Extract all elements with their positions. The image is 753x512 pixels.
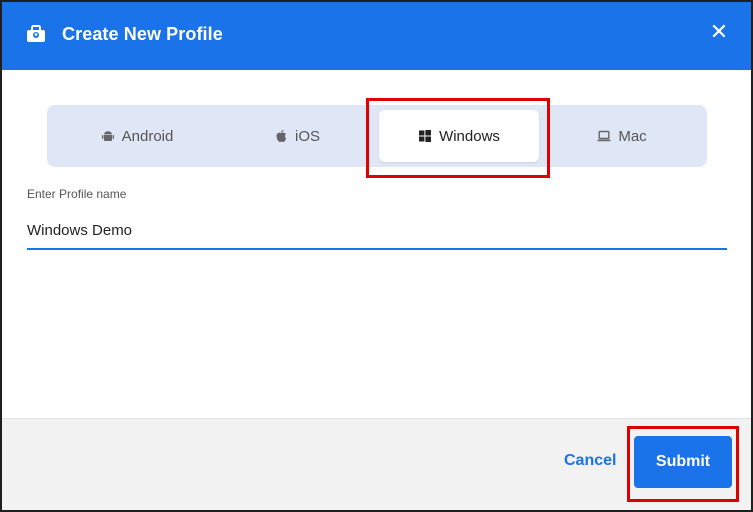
dialog-header: Create New Profile ✕ (2, 2, 751, 70)
tab-mac-label: Mac (618, 127, 647, 145)
apple-icon (276, 130, 286, 142)
dialog-title: Create New Profile (62, 24, 223, 44)
windows-tab-highlight (366, 98, 550, 178)
submit-button-highlight (627, 426, 739, 502)
profile-briefcase-icon (27, 25, 45, 42)
cancel-button[interactable]: Cancel (564, 452, 616, 470)
create-profile-dialog: Create New Profile ✕ Android iOS Windows… (2, 2, 751, 510)
profile-name-input[interactable] (27, 212, 727, 250)
android-icon (101, 131, 114, 141)
tab-ios[interactable]: iOS (217, 110, 377, 162)
profile-name-label: Enter Profile name (27, 187, 127, 201)
tab-ios-label: iOS (294, 127, 320, 145)
tab-android-label: Android (121, 127, 174, 145)
tab-mac[interactable]: Mac (542, 110, 702, 162)
close-icon[interactable]: ✕ (709, 21, 729, 43)
laptop-icon (597, 130, 611, 142)
tab-android[interactable]: Android (57, 110, 217, 162)
